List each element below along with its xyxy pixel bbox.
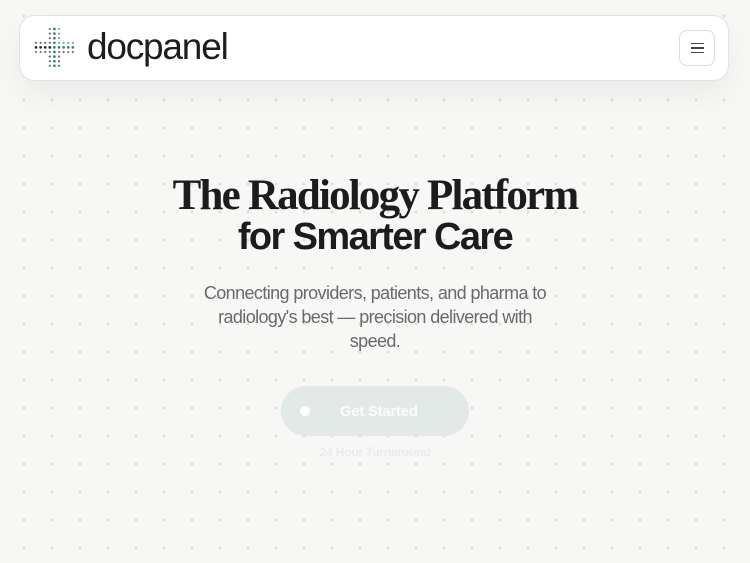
get-started-label: Get Started	[340, 402, 418, 420]
menu-line-icon	[690, 51, 704, 53]
hero-headline-line1: The Radiology Platform	[172, 172, 580, 219]
menu-line-icon	[690, 43, 704, 45]
dot-matrix-cross-logo-icon	[34, 27, 75, 68]
menu-line-icon	[690, 47, 704, 49]
hamburger-menu-button[interactable]	[679, 30, 715, 66]
turnaround-note: 24 Hour Turnaround	[319, 445, 431, 459]
hero-section: The Radiology Platform for Smarter Care …	[0, 172, 750, 353]
get-started-button[interactable]: Get Started	[281, 386, 469, 436]
dot-icon	[300, 406, 310, 416]
top-navbar: docpanel	[19, 15, 729, 81]
hero-subtitle: Connecting providers, patients, and phar…	[203, 283, 547, 351]
brand-name: docpanel	[87, 26, 229, 67]
brand[interactable]: docpanel	[33, 26, 229, 70]
hero-headline-line2: for Smarter Care	[237, 216, 514, 258]
